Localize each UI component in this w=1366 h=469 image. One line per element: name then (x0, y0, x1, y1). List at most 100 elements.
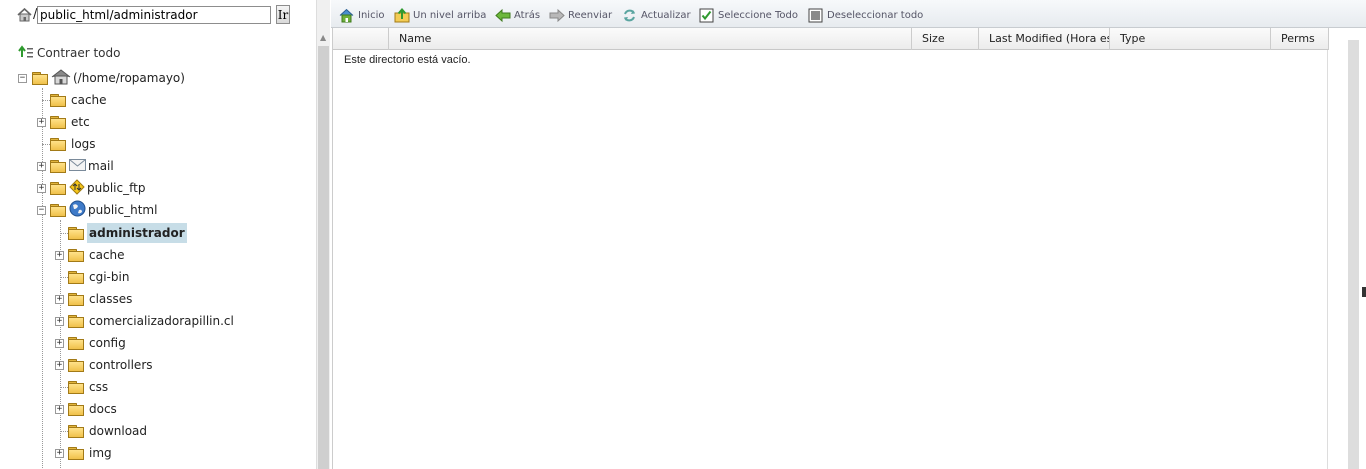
up-one-level-label: Un nivel arriba (413, 9, 487, 21)
tree-item-comercializadorapillin[interactable]: + comercializadorapillin.cl (54, 311, 236, 331)
tree-item-label: comercializadorapillin.cl (89, 314, 234, 328)
refresh-button[interactable]: Actualizar (622, 7, 691, 23)
tree-item-label: cache (89, 248, 125, 262)
file-list-scrollbar[interactable] (1348, 40, 1359, 469)
folder-icon (68, 271, 84, 284)
forward-arrow-icon (549, 8, 565, 23)
select-all-label: Seleccione Todo (718, 9, 798, 21)
folder-icon (68, 381, 84, 394)
folder-icon (68, 315, 84, 328)
tree-item-img[interactable]: + img (54, 443, 114, 463)
tree-item-logs[interactable]: logs (36, 134, 98, 154)
tree-item-label-selected: administrador (87, 223, 187, 243)
scroll-up-icon[interactable]: ▲ (320, 33, 326, 42)
tree-item-download[interactable]: download (54, 421, 149, 441)
tree-item-public-html[interactable]: − public_html (36, 200, 159, 220)
select-all-button[interactable]: Seleccione Todo (699, 7, 798, 23)
file-toolbar: Inicio Un nivel arriba Atrás Reenviar Ac… (331, 0, 1366, 28)
ftp-icon (69, 178, 85, 198)
collapse-icon (18, 44, 34, 62)
refresh-icon (622, 8, 637, 23)
tree-root[interactable]: − (/home/ropamayo) (18, 68, 187, 88)
grid-header: Name Size Last Modified (Hora está Type … (333, 28, 1329, 50)
back-button[interactable]: Atrás (495, 7, 540, 23)
tree-item-label: img (89, 446, 112, 460)
deselect-all-button[interactable]: Deseleccionar todo (808, 7, 923, 23)
home-icon[interactable] (17, 7, 32, 25)
tree-item-label: css (89, 380, 109, 394)
folder-icon (68, 337, 84, 350)
expand-toggle-icon[interactable]: + (55, 251, 64, 260)
tree-item-cache[interactable]: cache (36, 90, 109, 110)
expand-toggle-icon[interactable]: + (55, 317, 64, 326)
tree-item-etc[interactable]: + etc (36, 112, 92, 132)
folder-icon (68, 403, 84, 416)
folder-icon (68, 359, 84, 372)
expand-toggle-icon[interactable]: + (37, 184, 46, 193)
tree-item-label: download (89, 424, 148, 438)
column-header-type[interactable]: Type (1110, 28, 1271, 50)
folder-icon (68, 249, 84, 262)
expand-toggle-icon[interactable]: + (55, 449, 64, 458)
folder-open-icon (32, 72, 48, 85)
tree-item-label: classes (89, 292, 133, 306)
tree-item-cgi-bin[interactable]: cgi-bin (54, 267, 131, 287)
globe-icon (69, 200, 86, 220)
expand-toggle-icon[interactable]: + (37, 162, 46, 171)
collapse-toggle-icon[interactable]: − (18, 74, 27, 83)
column-header-last-modified[interactable]: Last Modified (Hora está (979, 28, 1110, 50)
right-edge (1327, 0, 1366, 469)
home-icon (51, 68, 71, 88)
tree-item-config[interactable]: + config (54, 333, 128, 353)
forward-label: Reenviar (568, 9, 613, 21)
tree-item-css[interactable]: css (54, 377, 110, 397)
folder-icon (68, 227, 84, 240)
expand-toggle-icon[interactable]: + (55, 339, 64, 348)
pane-splitter[interactable]: ▲ (316, 0, 330, 469)
back-arrow-icon (495, 8, 511, 23)
refresh-label: Actualizar (641, 9, 691, 21)
tree-item-label: config (89, 336, 126, 350)
tree-item-label: public_ftp (87, 181, 146, 195)
collapse-toggle-icon[interactable]: − (37, 206, 46, 215)
tree-root-label: (/home/ropamayo) (73, 71, 185, 85)
folder-icon (50, 116, 66, 129)
checkbox-unchecked-icon (808, 8, 823, 23)
tree-item-cache-2[interactable]: + cache (54, 245, 127, 265)
path-input[interactable] (37, 6, 271, 24)
folder-open-icon (50, 204, 66, 217)
go-button[interactable]: Ir (276, 5, 290, 24)
empty-directory-message: Este directorio está vacío. (344, 54, 471, 66)
forward-button[interactable]: Reenviar (549, 7, 612, 23)
directory-tree-pane: / Ir Contraer todo − (/home/ropamayo) ca… (0, 0, 316, 469)
expand-toggle-icon[interactable]: + (55, 295, 64, 304)
expand-toggle-icon[interactable]: + (55, 361, 64, 370)
home-button[interactable]: Inicio (339, 7, 384, 23)
folder-icon (50, 182, 66, 195)
home-icon (339, 8, 354, 23)
up-one-level-button[interactable]: Un nivel arriba (394, 7, 486, 23)
expand-toggle-icon[interactable]: + (55, 405, 64, 414)
back-label: Atrás (514, 9, 541, 21)
tree-item-public-ftp[interactable]: + public_ftp (36, 178, 147, 198)
tree-scrollbar[interactable] (318, 46, 329, 469)
resize-handle[interactable] (1362, 287, 1366, 297)
collapse-all-button[interactable]: Contraer todo (18, 44, 120, 62)
collapse-all-label: Contraer todo (37, 46, 121, 60)
tree-item-mail[interactable]: + mail (36, 156, 116, 176)
column-header-perms[interactable]: Perms (1271, 28, 1329, 50)
column-header-name[interactable]: Name (389, 28, 912, 50)
folder-icon (50, 94, 66, 107)
tree-item-label: logs (71, 137, 96, 151)
tree-item-classes[interactable]: + classes (54, 289, 134, 309)
column-header-size[interactable]: Size (912, 28, 979, 50)
checkbox-checked-icon (699, 8, 714, 23)
tree-item-label: cache (71, 93, 107, 107)
expand-toggle-icon[interactable]: + (37, 118, 46, 127)
file-list-pane: Inicio Un nivel arriba Atrás Reenviar Ac… (331, 0, 1366, 469)
tree-item-administrador[interactable]: administrador (54, 223, 187, 243)
tree-item-label: docs (89, 402, 117, 416)
folder-icon (68, 447, 84, 460)
tree-item-controllers[interactable]: + controllers (54, 355, 155, 375)
tree-item-docs[interactable]: + docs (54, 399, 119, 419)
